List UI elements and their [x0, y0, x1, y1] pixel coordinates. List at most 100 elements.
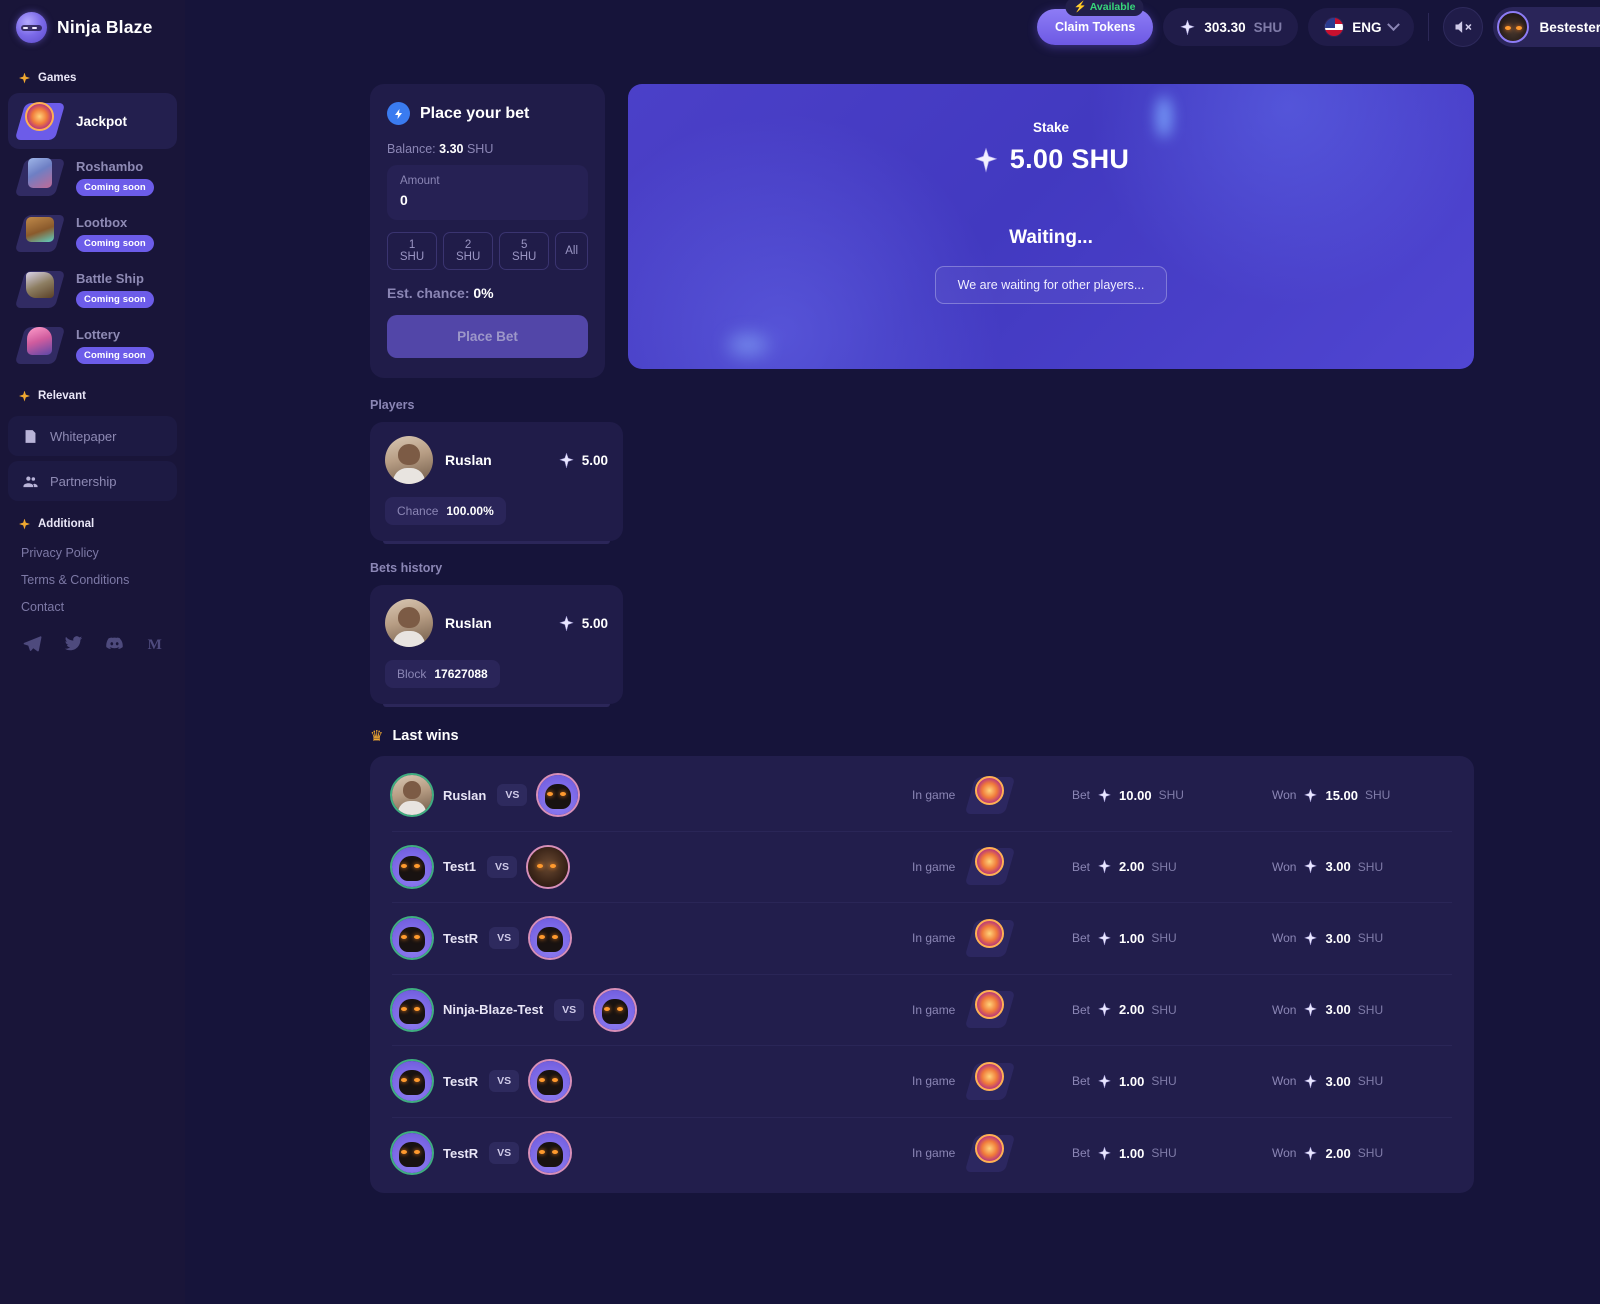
place-bet-card: Place your bet Balance: 3.30 SHU Amount …	[370, 84, 605, 378]
brand-logo[interactable]: Ninja Blaze	[0, 0, 185, 55]
sidebar-item-privacy-policy[interactable]: Privacy Policy	[0, 539, 185, 566]
avatar	[392, 846, 432, 887]
user-menu[interactable]: Bestesterons	[1493, 7, 1600, 47]
bet-history-amount-value: 5.00	[581, 615, 608, 631]
sidebar-item-contact[interactable]: Contact	[0, 593, 185, 620]
block-tag: Block 17627088	[385, 660, 500, 688]
players-label: Players	[370, 398, 415, 412]
coming-soon-badge: Coming soon	[76, 346, 154, 364]
bet-unit: SHU	[1158, 788, 1184, 803]
bet-unit: SHU	[1151, 1146, 1177, 1161]
social-links: M	[0, 620, 185, 653]
bet-unit: SHU	[1151, 859, 1177, 874]
won-unit: SHU	[1365, 788, 1391, 803]
bet-balance-line: Balance: 3.30 SHU	[387, 142, 588, 156]
quick-amount-2shu[interactable]: 2 SHU	[443, 232, 494, 270]
sidebar-item-lootbox[interactable]: Lootbox Coming soon	[8, 205, 177, 261]
sidebar-section-games: Games	[0, 63, 185, 93]
lightning-bolt-icon	[387, 102, 410, 125]
sound-toggle-button[interactable]	[1443, 7, 1484, 47]
table-row[interactable]: Test1 VS In game Bet 2.00 SHU Won 3.00 S…	[392, 832, 1452, 903]
lightning-icon: ⚡	[1073, 1, 1087, 13]
sidebar-item-whitepaper[interactable]: Whitepaper	[8, 416, 177, 456]
bet-amount: Bet 2.00 SHU	[1072, 859, 1272, 874]
coming-soon-badge: Coming soon	[76, 234, 154, 252]
shuriken-icon	[1097, 1002, 1112, 1018]
sidebar-item-lootbox-label: Lootbox	[76, 214, 128, 230]
shuriken-icon	[1097, 859, 1112, 875]
sparkle-icon	[19, 391, 30, 402]
last-wins-panel: Ruslan VS In game Bet 10.00 SHU Won 15.0…	[370, 756, 1474, 1193]
table-row[interactable]: Ninja-Blaze-Test VS In game Bet 2.00 SHU	[392, 975, 1452, 1046]
last-wins-header: ♛ Last wins	[370, 728, 1474, 744]
jackpot-icon	[965, 917, 1016, 960]
sidebar-item-terms-conditions[interactable]: Terms & Conditions	[0, 566, 185, 593]
balance-chip[interactable]: 303.30 SHU	[1163, 8, 1299, 46]
bet-label: Bet	[1072, 1002, 1091, 1017]
amount-label: Amount	[400, 175, 440, 187]
table-row[interactable]: TestR VS In game Bet 1.00 SHU	[392, 1118, 1452, 1190]
won-value: 2.00	[1325, 1145, 1351, 1161]
twitter-icon[interactable]	[64, 634, 83, 653]
table-row[interactable]: Ruslan VS In game Bet 10.00 SHU Won 15.0…	[392, 760, 1452, 832]
battleship-icon	[14, 268, 66, 311]
coming-soon-badge: Coming soon	[76, 290, 154, 308]
quick-amount-all[interactable]: All	[555, 232, 589, 270]
table-row[interactable]: TestR VS In game Bet 1.00 SHU	[392, 903, 1452, 975]
svg-text:M: M	[148, 637, 162, 653]
available-badge-label: Available	[1089, 0, 1136, 13]
bet-amount: Bet 1.00 SHU	[1072, 1146, 1272, 1161]
won-unit: SHU	[1357, 859, 1384, 874]
chance-tag-key: Chance	[397, 504, 439, 518]
amount-input[interactable]: Amount 0	[387, 165, 588, 220]
in-game-label: In game	[912, 1074, 956, 1089]
divider	[1428, 13, 1430, 41]
won-unit: SHU	[1357, 1146, 1384, 1161]
quick-amount-1shu[interactable]: 1 SHU	[387, 232, 438, 270]
player-amount-value: 5.00	[581, 452, 608, 468]
vs-label: VS	[489, 1070, 520, 1093]
in-game-label: In game	[912, 931, 956, 946]
telegram-icon[interactable]	[23, 634, 42, 653]
shuriken-icon	[1304, 1146, 1318, 1161]
medium-icon[interactable]: M	[146, 634, 165, 653]
bet-value: 2.00	[1119, 859, 1145, 875]
sidebar-item-battle-ship-label: Battle Ship	[76, 270, 144, 286]
bet-balance-unit: SHU	[466, 142, 494, 156]
in-game-label: In game	[912, 1146, 956, 1161]
bet-amount: Bet 1.00 SHU	[1072, 931, 1272, 946]
bet-value: 1.00	[1119, 930, 1145, 946]
sidebar-item-lottery[interactable]: Lottery Coming soon	[8, 317, 177, 373]
winner-name: TestR	[443, 930, 479, 946]
sidebar-item-roshambo-label: Roshambo	[76, 158, 144, 174]
discord-icon[interactable]	[105, 634, 124, 653]
winner-name: Ruslan	[443, 787, 487, 803]
waiting-note: We are waiting for other players...	[934, 266, 1168, 304]
people-icon	[22, 473, 39, 490]
shuriken-icon	[1097, 1074, 1112, 1089]
sidebar-item-jackpot[interactable]: Jackpot	[8, 93, 177, 149]
avatar	[538, 775, 579, 816]
shuriken-icon	[558, 614, 574, 632]
user-name: Bestesterons	[1539, 19, 1600, 35]
language-selector[interactable]: ENG	[1308, 8, 1415, 46]
shuriken-icon	[1304, 1074, 1318, 1089]
avatar	[530, 1133, 571, 1174]
avatar	[392, 918, 432, 959]
sidebar-item-partnership[interactable]: Partnership	[8, 461, 177, 501]
main-area: ⚡ Available Claim Tokens 303.30 SHU ENG	[185, 0, 1600, 1304]
avatar	[392, 775, 432, 816]
crown-icon: ♛	[370, 727, 384, 745]
avatar	[385, 599, 433, 647]
won-label: Won	[1272, 859, 1297, 874]
block-tag-key: Block	[397, 667, 427, 681]
won-label: Won	[1272, 1074, 1297, 1089]
vs-label: VS	[489, 927, 520, 950]
quick-amount-5shu[interactable]: 5 SHU	[499, 232, 550, 270]
sidebar-item-battle-ship[interactable]: Battle Ship Coming soon	[8, 261, 177, 317]
bets-history-label: Bets history	[370, 561, 443, 575]
table-row[interactable]: TestR VS In game Bet 1.00 SHU	[392, 1046, 1452, 1118]
sidebar-item-roshambo[interactable]: Roshambo Coming soon	[8, 149, 177, 205]
place-bet-button[interactable]: Place Bet	[387, 315, 588, 358]
bet-value: 1.00	[1119, 1073, 1145, 1089]
